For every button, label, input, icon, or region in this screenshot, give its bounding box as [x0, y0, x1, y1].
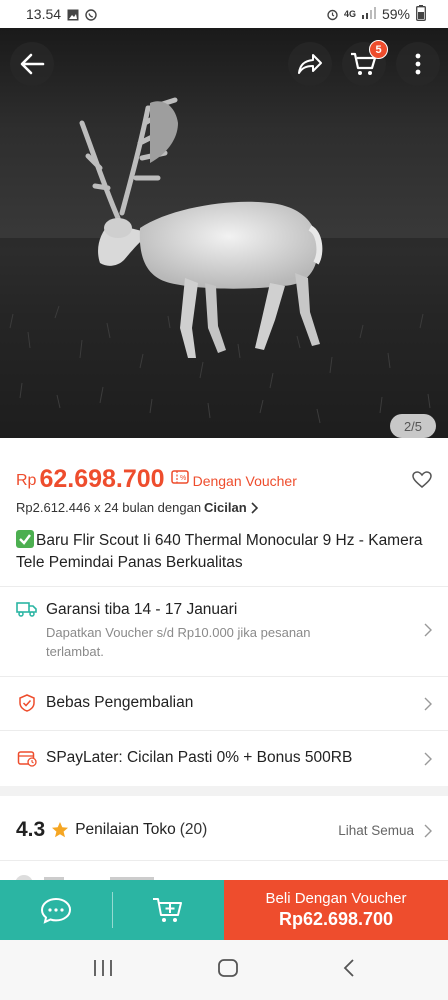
installment-link[interactable]: Rp2.612.446 x 24 bulan dengan Cicilan [16, 500, 258, 515]
rating-count: (20) [179, 821, 208, 838]
divider [0, 676, 448, 677]
divider [0, 730, 448, 731]
shield-icon [16, 694, 38, 712]
wishlist-button[interactable] [412, 471, 432, 494]
heart-icon [412, 471, 432, 488]
product-price: 62.698.700 [39, 464, 165, 493]
share-button[interactable] [288, 42, 332, 86]
chat-icon [40, 897, 71, 924]
see-all-label: Lihat Semua [338, 822, 414, 838]
add-to-cart-icon [153, 898, 183, 922]
product-title: Baru Flir Scout Ii 640 Thermal Monocular… [16, 532, 423, 571]
cart-count-badge: 5 [369, 40, 388, 59]
more-icon [415, 53, 421, 75]
more-options-button[interactable] [396, 42, 440, 86]
installment-brand: Cicilan [204, 500, 247, 515]
divider [0, 586, 448, 587]
see-all-link[interactable]: Lihat Semua [338, 823, 414, 838]
signal-icon [361, 6, 376, 22]
free-returns-row[interactable]: Bebas Pengembalian [0, 694, 448, 712]
guarantee-note: Dapatkan Voucher s/d Rp10.000 jika pesan… [46, 625, 311, 659]
truck-icon [16, 601, 38, 617]
star-icon [52, 822, 69, 838]
image-pager: 2/5 [390, 414, 436, 438]
cart-button[interactable]: 5 [342, 40, 388, 86]
chevron-right-icon [251, 501, 258, 514]
home-icon [218, 958, 238, 977]
check-badge-icon [16, 530, 34, 548]
nav-back-icon [344, 958, 354, 977]
chevron-right-icon [424, 824, 432, 838]
rating-value: 4.3 [16, 818, 46, 841]
chevron-right-icon [424, 697, 432, 711]
rating-label: Penilaian Toko [75, 821, 176, 838]
guarantee-label: Garansi tiba 14 - 17 Januari [46, 601, 238, 618]
chevron-right-icon [424, 623, 432, 637]
share-icon [298, 54, 322, 74]
section-separator [0, 786, 448, 796]
svg-text:%: % [180, 475, 186, 482]
voucher-label: Dengan Voucher [192, 472, 297, 489]
returns-label: Bebas Pengembalian [46, 694, 194, 711]
voucher-icon: % [170, 469, 189, 489]
chat-button[interactable] [0, 880, 112, 940]
bottom-action-bar: Beli Dengan Voucher Rp62.698.700 [0, 880, 448, 940]
status-time: 13.54 [26, 6, 62, 22]
product-image-carousel[interactable]: 5 2/5 [0, 28, 448, 438]
battery-icon [416, 4, 426, 24]
shipping-guarantee-row[interactable]: Garansi tiba 14 - 17 Januari Dapatkan Vo… [0, 601, 448, 661]
buy-price: Rp62.698.700 [278, 909, 394, 929]
battery-level: 59% [381, 6, 410, 22]
nav-back-button[interactable] [342, 958, 356, 983]
buy-label: Beli Dengan Voucher [265, 890, 407, 907]
currency-symbol: Rp [16, 472, 37, 489]
status-bar: 13.54 4G 59% [0, 0, 448, 28]
review-preview-peek [0, 864, 448, 880]
product-title-block: Baru Flir Scout Ii 640 Thermal Monocular… [16, 530, 434, 574]
shop-rating-row[interactable]: 4.3 Penilaian Toko (20) Lihat Semua [16, 808, 432, 852]
price-row: Rp 62.698.700 % Dengan Voucher [16, 462, 432, 496]
chevron-right-icon [424, 752, 432, 766]
home-button[interactable] [217, 958, 239, 983]
paylater-icon [16, 749, 38, 767]
alarm-icon [326, 8, 338, 21]
system-nav-bar [0, 940, 448, 1000]
buy-with-voucher-button[interactable]: Beli Dengan Voucher Rp62.698.700 [224, 880, 448, 940]
thermal-deer-image [0, 28, 448, 438]
back-button[interactable] [10, 42, 54, 86]
recent-apps-icon [93, 959, 112, 976]
recent-apps-button[interactable] [92, 959, 114, 982]
whatsapp-notification-icon [85, 8, 97, 21]
add-to-cart-button[interactable] [113, 880, 225, 940]
installment-text: Rp2.612.446 x 24 bulan dengan [16, 500, 202, 515]
network-type: 4G [343, 9, 356, 19]
divider [0, 860, 448, 861]
paylater-label: SPayLater: Cicilan Pasti 0% + Bonus 500R… [46, 749, 353, 766]
paylater-row[interactable]: SPayLater: Cicilan Pasti 0% + Bonus 500R… [0, 749, 448, 767]
back-arrow-icon [20, 53, 45, 75]
gallery-notification-icon [67, 8, 79, 21]
